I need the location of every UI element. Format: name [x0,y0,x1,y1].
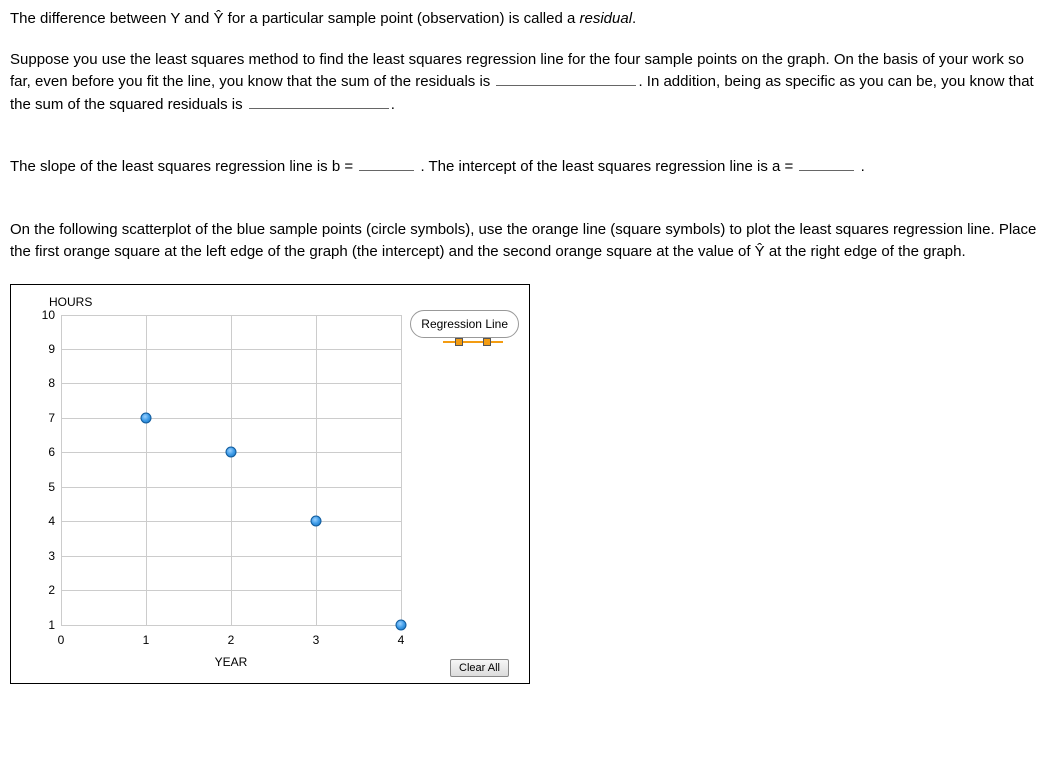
sample-point [396,619,407,630]
ytick: 9 [48,340,55,358]
regression-line-icon[interactable] [443,337,503,347]
xtick: 3 [313,631,320,649]
regression-line-tool[interactable]: Regression Line [410,310,519,338]
xtick: 4 [398,631,405,649]
ytick: 5 [48,478,55,496]
ytick: 7 [48,409,55,427]
xtick: 1 [143,631,150,649]
q1-text-c: . [391,96,395,113]
y-axis-label: HOURS [49,293,92,311]
q2-text-a: The slope of the least squares regressio… [10,158,357,175]
ytick: 3 [48,547,55,565]
question-paragraph-1: Suppose you use the least squares method… [10,49,1045,117]
sample-point [226,447,237,458]
chart-container: HOURS 10 9 8 7 6 5 4 [10,284,1045,684]
blank-sum-residuals[interactable] [496,71,636,86]
intro-term: residual [580,10,633,27]
q2-text-b: . The intercept of the least squares reg… [416,158,797,175]
clear-all-button[interactable]: Clear All [450,659,509,677]
question-paragraph-2: The slope of the least squares regressio… [10,156,1045,179]
q2-text-c: . [856,158,864,175]
ytick: 8 [48,374,55,392]
legend-label: Regression Line [421,317,508,331]
plot-region[interactable]: 10 9 8 7 6 5 4 3 2 1 0 1 2 3 4 YEAR [61,315,401,625]
ytick: 1 [48,616,55,634]
ytick: 6 [48,443,55,461]
intro-paragraph: The difference between Y and Ŷ for a par… [10,8,1045,31]
ytick: 4 [48,512,55,530]
xtick: 0 [58,631,65,649]
xtick: 2 [228,631,235,649]
x-axis-label: YEAR [61,653,401,671]
intro-text-a: The difference between Y and Ŷ for a par… [10,10,580,27]
clear-all-label: Clear All [459,662,500,674]
sample-point [141,412,152,423]
blank-slope-b[interactable] [359,156,414,171]
blank-intercept-a[interactable] [799,156,854,171]
ytick: 2 [48,581,55,599]
instructions-paragraph: On the following scatterplot of the blue… [10,219,1045,264]
sample-point [311,516,322,527]
intro-text-c: . [632,10,636,27]
blank-sum-squared-residuals[interactable] [249,94,389,109]
ytick: 10 [42,306,55,324]
scatterplot[interactable]: HOURS 10 9 8 7 6 5 4 [10,284,530,684]
